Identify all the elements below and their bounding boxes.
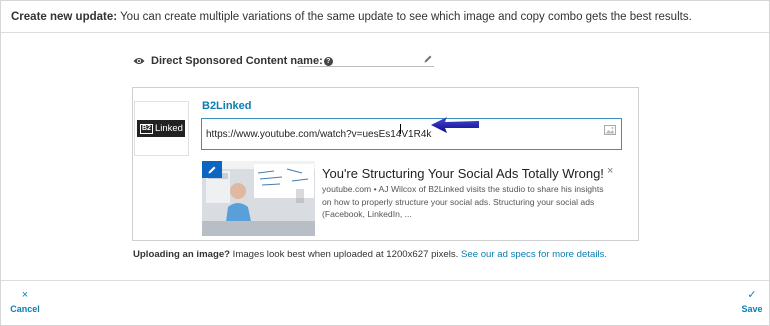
save-button[interactable]: ✓ Save: [737, 289, 767, 314]
header-title: Create new update:: [11, 11, 118, 23]
cancel-button[interactable]: × Cancel: [10, 289, 40, 314]
pencil-icon: [208, 166, 216, 173]
link-preview-description: youtube.com • AJ Wilcox of B2Linked visi…: [322, 184, 604, 219]
link-preview-title: You're Structuring Your Social Ads Total…: [322, 166, 604, 181]
dialog: Create new update: You can create multip…: [0, 0, 770, 326]
link-preview-source: youtube.com: [322, 184, 372, 194]
annotation-arrow: [431, 117, 479, 133]
logo-word: Linked: [154, 123, 183, 134]
logo-badge: B2: [140, 123, 153, 134]
content-name-input[interactable]: [298, 53, 434, 67]
company-name: B2Linked: [202, 100, 252, 112]
content-name-label: Direct Sponsored Content name:: [151, 55, 323, 67]
image-icon[interactable]: [604, 125, 616, 135]
update-text-input[interactable]: [201, 118, 622, 150]
dialog-footer: [1, 280, 769, 326]
save-label: Save: [741, 304, 763, 314]
check-icon: ✓: [747, 289, 757, 301]
pencil-icon[interactable]: [423, 54, 433, 64]
close-icon: ×: [21, 289, 29, 301]
remove-preview-button[interactable]: ×: [607, 166, 613, 177]
edit-preview-button[interactable]: [202, 161, 222, 178]
ad-specs-link[interactable]: See our ad specs for more details.: [461, 249, 607, 260]
cancel-label: Cancel: [10, 304, 40, 314]
dialog-header: Create new update: You can create multip…: [1, 1, 769, 33]
upload-hint: Uploading an image? Images look best whe…: [133, 249, 608, 260]
company-logo: B2 Linked: [137, 120, 185, 137]
text-caret: [400, 124, 401, 134]
eye-icon: [133, 58, 145, 64]
header-description: You can create multiple variations of th…: [117, 11, 692, 23]
